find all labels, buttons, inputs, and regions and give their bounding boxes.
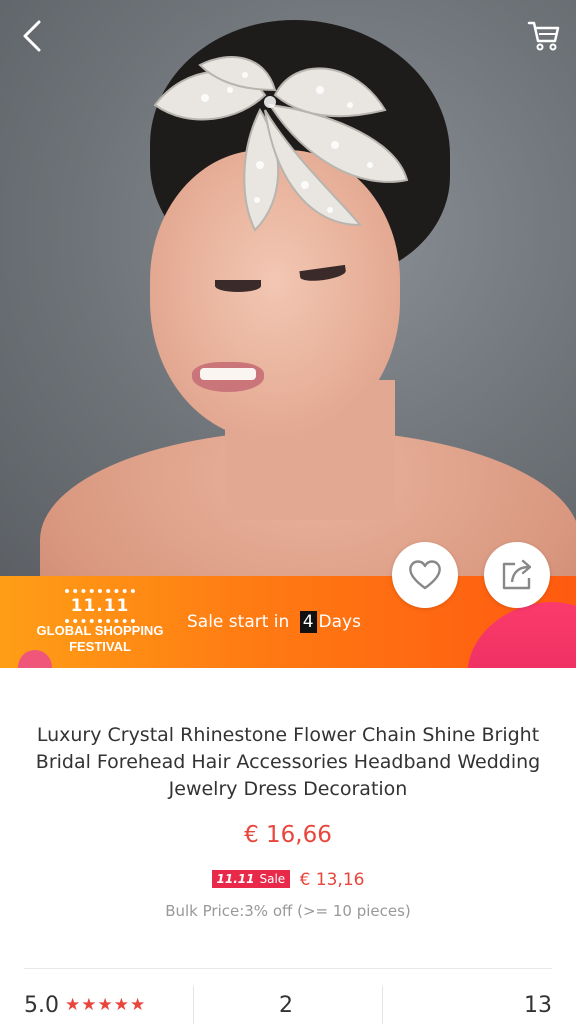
wishlist-button[interactable] (392, 542, 458, 608)
product-title: Luxury Crystal Rhinestone Flower Chain S… (35, 724, 541, 800)
sale-badge-label: Sale (259, 872, 286, 886)
product-price: € 16,66 (244, 822, 332, 848)
sale-badge: 11.11 Sale (211, 870, 291, 888)
festival-logo-line1: GLOBAL SHOPPING (36, 623, 164, 638)
festival-logo-mark: 11.11 (64, 589, 136, 623)
share-button[interactable] (484, 542, 550, 608)
sale-price-row: 11.11 Sale € 13,16 (0, 870, 576, 890)
wishlist-stat[interactable]: 13 (524, 986, 552, 1024)
wishlist-count: 13 (524, 992, 552, 1018)
sale-countdown-prefix: Sale start in (187, 612, 290, 632)
shopping-cart-icon (527, 21, 560, 51)
divider (24, 968, 552, 969)
sale-countdown-suffix: Days (318, 612, 361, 632)
orders-count: 2 (279, 992, 293, 1018)
bulk-price[interactable]: Bulk Price:3% off (>= 10 pieces) (0, 902, 576, 920)
product-image[interactable] (0, 0, 576, 576)
sale-countdown-days: 4 (299, 611, 317, 633)
cart-button[interactable] (524, 16, 564, 56)
sale-price: € 13,16 (299, 870, 365, 890)
divider (193, 986, 194, 1024)
image-teeth (200, 368, 256, 380)
rating-value: 5.0 (24, 992, 59, 1018)
sale-badge-mark: 11.11 (216, 872, 255, 886)
image-eye-left (215, 280, 261, 292)
orders-stat[interactable]: 2 (279, 986, 293, 1024)
divider (382, 986, 383, 1024)
festival-logo: 11.11 GLOBAL SHOPPING FESTIVAL (36, 589, 164, 655)
share-icon (502, 559, 532, 590)
rhinestone-ornament (153, 56, 409, 232)
star-icon: ★★★★★ (65, 995, 147, 1015)
stats-row: 5.0 ★★★★★ 2 13 (0, 986, 576, 1024)
chevron-left-icon (23, 20, 41, 52)
back-button[interactable] (12, 16, 52, 56)
festival-logo-line2: FESTIVAL (69, 639, 131, 654)
heart-icon (409, 560, 441, 590)
rating-stat[interactable]: 5.0 ★★★★★ (24, 986, 146, 1024)
sale-countdown: Sale start in 4 Days (187, 611, 361, 633)
